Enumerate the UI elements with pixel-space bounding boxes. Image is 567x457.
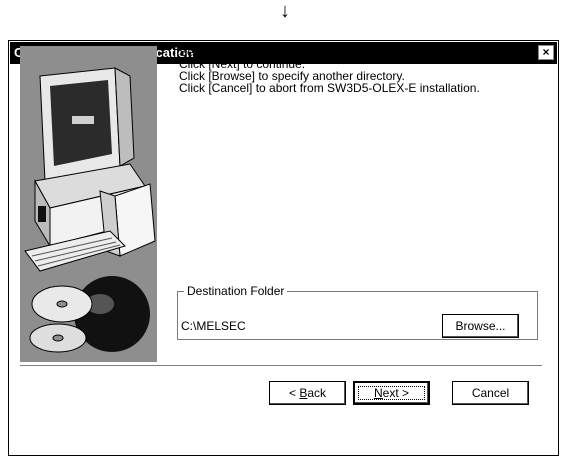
- back-button[interactable]: < Back: [269, 381, 346, 405]
- focus-rectangle: [358, 386, 425, 400]
- down-arrow: ↓: [280, 0, 290, 22]
- browse-button-label: Browse...: [455, 319, 506, 333]
- cancel-button[interactable]: Cancel: [452, 381, 529, 405]
- destination-path: C:\MELSEC: [181, 319, 246, 333]
- close-icon: ×: [542, 45, 550, 59]
- info-line: Click [Cancel] to abort from SW3D5-OLEX-…: [179, 81, 480, 95]
- browse-button[interactable]: Browse...: [442, 314, 519, 338]
- separator: [20, 365, 542, 367]
- destination-folder-legend: Destination Folder: [187, 284, 285, 298]
- back-button-label: < Back: [288, 386, 327, 400]
- setup-illustration: [20, 46, 157, 362]
- cancel-button-label: Cancel: [471, 386, 510, 400]
- computer-and-discs-illustration: [20, 46, 157, 362]
- instructions-text: Setup installs SW3D5-OLEX-E into the fol…: [179, 46, 539, 94]
- next-button[interactable]: Next >: [353, 381, 430, 405]
- close-button[interactable]: ×: [538, 45, 554, 60]
